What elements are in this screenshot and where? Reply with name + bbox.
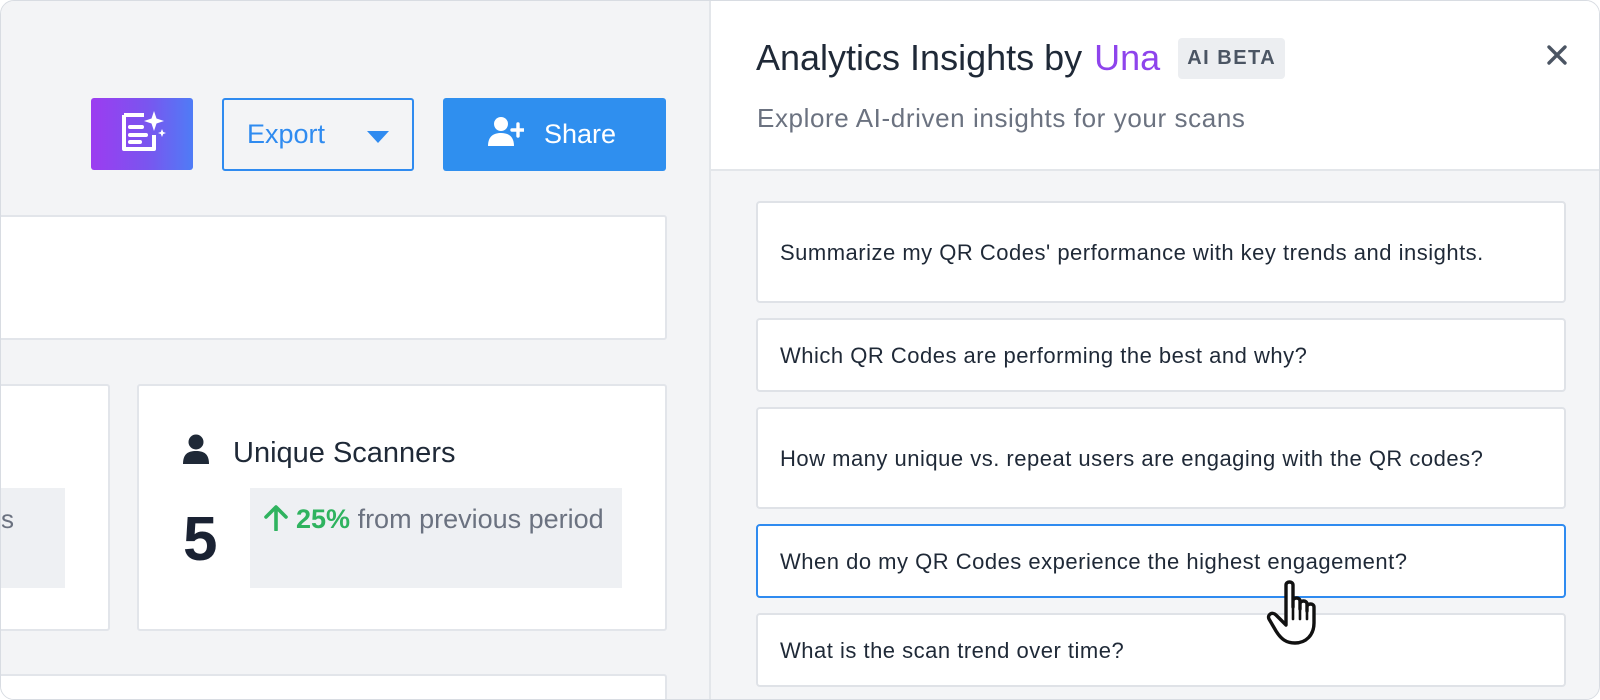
app-window: Export Share s Unique Scanners 5 25% fro… — [0, 0, 1600, 700]
insight-prompt-unique-vs-repeat[interactable]: How many unique vs. repeat users are eng… — [756, 407, 1566, 509]
insight-prompt-best-performing[interactable]: Which QR Codes are performing the best a… — [756, 318, 1566, 392]
chevron-down-icon — [367, 131, 389, 143]
insight-prompt-scan-trend[interactable]: What is the scan trend over time? — [756, 613, 1566, 687]
filter-card — [1, 215, 667, 340]
insights-panel: Analytics Insights by Una AI BETA Explor… — [709, 1, 1599, 699]
panel-header: Analytics Insights by Una AI BETA Explor… — [711, 1, 1599, 171]
prompt-text: Which QR Codes are performing the best a… — [780, 342, 1308, 368]
metric-header: Unique Scanners — [183, 434, 455, 472]
prompt-text: Summarize my QR Codes' performance with … — [780, 239, 1484, 265]
metric-change-text: from previous period — [357, 504, 604, 534]
chart-card — [1, 674, 667, 699]
insight-prompt-highest-engagement[interactable]: When do my QR Codes experience the highe… — [756, 524, 1566, 598]
export-label: Export — [247, 119, 326, 149]
prompt-text: What is the scan trend over time? — [780, 637, 1125, 663]
hand-pointer-cursor-icon — [1266, 579, 1324, 647]
panel-title: Analytics Insights by Una AI BETA — [756, 37, 1286, 79]
share-label: Share — [544, 119, 617, 149]
close-icon — [1546, 44, 1568, 71]
metric-title: Unique Scanners — [233, 436, 456, 469]
share-button[interactable]: Share — [443, 98, 666, 171]
unique-scanners-card: Unique Scanners 5 25% from previous peri… — [137, 384, 667, 631]
ai-document-sparkle-icon — [118, 109, 166, 160]
dashboard-area: Export Share s Unique Scanners 5 25% fro… — [1, 1, 709, 699]
metric-change-box: s — [1, 488, 65, 588]
ai-insights-button[interactable] — [91, 98, 193, 170]
beta-badge: AI BETA — [1178, 37, 1286, 79]
arrow-up-icon — [264, 501, 288, 543]
panel-subtitle: Explore AI-driven insights for your scan… — [757, 103, 1246, 133]
export-dropdown-button[interactable]: Export — [222, 98, 414, 171]
panel-title-text: Analytics Insights by — [756, 37, 1083, 78]
panel-title-brand: Una — [1094, 37, 1161, 78]
metric-card-partial: s — [1, 384, 110, 631]
add-user-icon — [488, 116, 526, 153]
close-button[interactable] — [1543, 43, 1571, 71]
metric-change-percent: 25% — [296, 504, 351, 534]
prompt-text: When do my QR Codes experience the highe… — [780, 548, 1408, 574]
person-icon — [183, 434, 209, 472]
prompt-text: How many unique vs. repeat users are eng… — [780, 445, 1484, 471]
metric-change-text: s — [1, 504, 14, 534]
metric-change-box: 25% from previous period — [250, 488, 622, 588]
metric-value: 5 — [183, 505, 218, 574]
insight-prompt-summarize[interactable]: Summarize my QR Codes' performance with … — [756, 201, 1566, 303]
